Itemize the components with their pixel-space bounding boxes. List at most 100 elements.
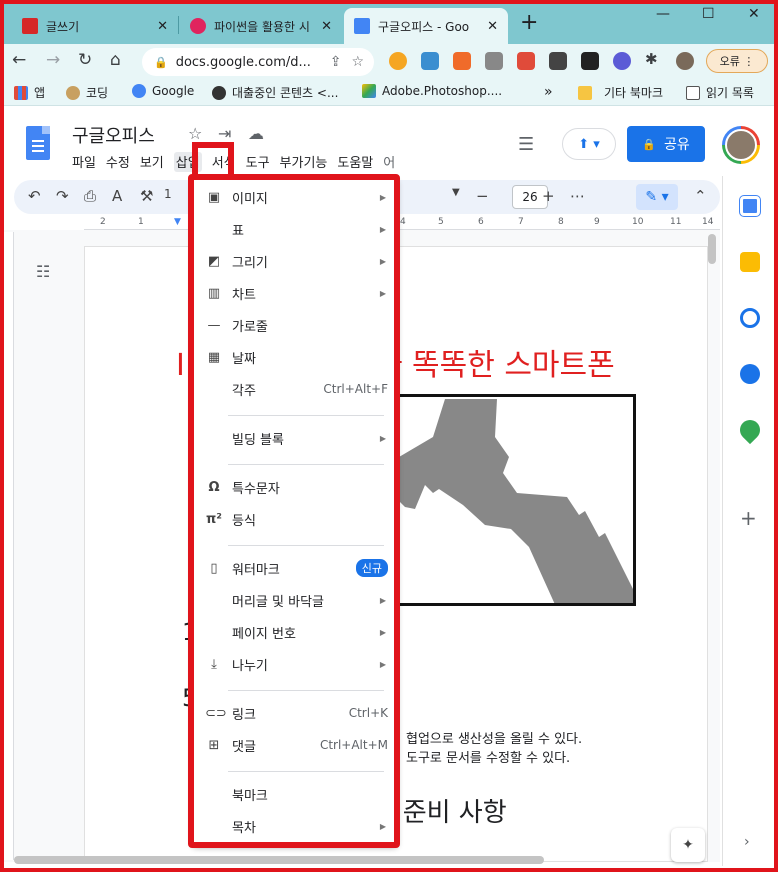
print-icon[interactable]: ⎙ xyxy=(84,187,96,205)
extension-icon[interactable] xyxy=(549,52,567,70)
error-label: 오류 xyxy=(719,55,740,68)
menu-addons[interactable]: 부가기능 xyxy=(280,152,328,172)
extension-icon[interactable] xyxy=(389,52,407,70)
editing-mode-button[interactable]: ✎ ▾ xyxy=(636,184,678,210)
bookmark-other[interactable]: 기타 북마크 xyxy=(578,84,663,101)
spellcheck-icon[interactable]: A xyxy=(112,187,122,205)
reading-list-icon xyxy=(686,85,700,100)
move-folder-icon[interactable]: ⇥ xyxy=(218,124,231,143)
forward-icon[interactable]: → xyxy=(46,50,60,70)
bookmark-coding[interactable]: 코딩 xyxy=(66,84,108,101)
zoom-partial[interactable]: 1 xyxy=(164,187,172,201)
address-bar[interactable]: 🔒 docs.google.com/d... ⇪ ☆ xyxy=(142,48,374,76)
extension-icon[interactable] xyxy=(453,52,471,70)
tab-title: 글쓰기 xyxy=(46,19,80,34)
menu-view[interactable]: 보기 xyxy=(140,152,164,172)
menu-file[interactable]: 파일 xyxy=(72,152,96,172)
bookmark-label: 코딩 xyxy=(86,86,109,100)
extensions-puzzle-icon[interactable]: ✱ xyxy=(645,50,658,68)
tab-close-icon[interactable]: ✕ xyxy=(157,19,168,34)
extension-icon[interactable] xyxy=(613,52,631,70)
bookmark-star-icon[interactable]: ☆ xyxy=(351,54,364,70)
home-icon[interactable]: ⌂ xyxy=(110,50,121,70)
sparkle-icon: ✦ xyxy=(682,837,694,853)
ruler-tick: 6 xyxy=(478,217,484,227)
bookmark-label: 읽기 목록 xyxy=(706,86,754,100)
bookmarks-bar: 앱 코딩 Google 대출중인 콘텐츠 <... Adobe.Photosho… xyxy=(0,78,778,106)
tab-close-icon[interactable]: ✕ xyxy=(321,19,332,34)
present-icon: ⬆ ▾ xyxy=(578,136,600,152)
document-title[interactable]: 구글오피스 xyxy=(72,122,155,148)
star-icon[interactable]: ☆ xyxy=(188,124,202,143)
profile-avatar-icon[interactable] xyxy=(676,52,694,70)
maximize-button[interactable]: ☐ xyxy=(702,6,715,22)
add-addon-icon[interactable]: + xyxy=(740,506,757,530)
extension-icon[interactable] xyxy=(581,52,599,70)
horizontal-scrollbar[interactable] xyxy=(14,856,544,864)
ruler-tick: 14 xyxy=(702,217,714,227)
present-button[interactable]: ⬆ ▾ xyxy=(562,128,616,160)
share-label: 공유 xyxy=(663,137,690,153)
bookmark-apps[interactable]: 앱 xyxy=(14,84,45,101)
expand-panel-icon[interactable]: › xyxy=(744,834,750,850)
redo-icon[interactable]: ↷ xyxy=(56,187,69,205)
menu-last-edit[interactable]: 어 xyxy=(383,152,395,172)
body-line-2: 도구로 문서를 수정할 수 있다. xyxy=(406,751,571,766)
font-size-decrease[interactable]: − xyxy=(476,187,489,205)
keep-icon[interactable] xyxy=(740,252,760,272)
contacts-icon[interactable] xyxy=(740,364,760,384)
comment-history-icon[interactable]: ☰ xyxy=(518,134,534,155)
bookmark-google[interactable]: Google xyxy=(132,84,194,98)
document-image[interactable] xyxy=(396,394,636,606)
new-tab-button[interactable]: + xyxy=(520,12,538,34)
bookmark-lending[interactable]: 대출중인 콘텐츠 <... xyxy=(212,84,338,101)
undo-icon[interactable]: ↶ xyxy=(28,187,41,205)
error-button[interactable]: 오류 ⋮ xyxy=(706,49,768,73)
browser-toolbar: ← → ↻ ⌂ 🔒 docs.google.com/d... ⇪ ☆ ✱ 오류 … xyxy=(0,44,778,78)
share-button[interactable]: 🔒 공유 xyxy=(627,126,705,162)
indent-marker-icon[interactable]: ▼ xyxy=(174,217,181,227)
browser-tab-3-active[interactable]: 구글오피스 - Goo ✕ xyxy=(344,8,508,44)
bookmark-label: Google xyxy=(152,84,195,98)
paint-format-icon[interactable]: ⚒ xyxy=(140,187,153,205)
more-options-icon[interactable]: ⋯ xyxy=(570,187,585,205)
bookmarks-overflow[interactable]: » xyxy=(544,84,553,100)
ruler-tick: 10 xyxy=(632,217,644,227)
menu-tools[interactable]: 도구 xyxy=(246,152,270,172)
close-window-button[interactable]: ✕ xyxy=(748,6,760,22)
docs-logo-icon[interactable] xyxy=(26,126,50,160)
reload-icon[interactable]: ↻ xyxy=(78,50,92,70)
section-heading-text: ! 준비 사항 xyxy=(384,798,507,828)
minimize-button[interactable]: — xyxy=(656,6,670,22)
tab-favicon-icon xyxy=(190,18,206,34)
tab-close-icon[interactable]: ✕ xyxy=(487,19,498,34)
ruler-tick: 5 xyxy=(438,217,444,227)
calendar-icon[interactable] xyxy=(740,196,760,216)
bookmark-photoshop[interactable]: Adobe.Photoshop.... xyxy=(362,84,502,98)
extension-icon[interactable] xyxy=(421,52,439,70)
bookmark-label: 대출중인 콘텐츠 <... xyxy=(232,86,339,100)
share-page-icon[interactable]: ⇪ xyxy=(330,54,342,70)
ruler-tick: 2 xyxy=(100,217,106,227)
back-icon[interactable]: ← xyxy=(12,50,26,70)
explore-button[interactable]: ✦ xyxy=(671,828,705,862)
docs-menubar: 파일 수정 보기 삽입 서식 도구 부가기능 도움말 어 xyxy=(72,152,405,172)
browser-tab-2[interactable]: 파이썬을 활용한 시 ✕ xyxy=(180,8,342,44)
lock-icon: 🔒 xyxy=(642,137,656,151)
user-avatar[interactable] xyxy=(722,126,760,164)
url-text: docs.google.com/d... xyxy=(175,54,311,70)
font-size-increase[interactable]: + xyxy=(542,187,555,205)
ruler-tick: 7 xyxy=(518,217,524,227)
menu-help[interactable]: 도움말 xyxy=(337,152,373,172)
collapse-toolbar-icon[interactable]: ⌃ xyxy=(694,187,707,205)
tasks-icon[interactable] xyxy=(740,308,760,328)
browser-tab-1[interactable]: 글쓰기 ✕ xyxy=(12,8,178,44)
extension-icon[interactable] xyxy=(517,52,535,70)
document-outline-icon[interactable]: ☷ xyxy=(36,262,50,281)
reading-list[interactable]: 읽기 목록 xyxy=(686,84,754,101)
extension-icon[interactable] xyxy=(485,52,503,70)
vertical-scrollbar[interactable] xyxy=(708,234,716,264)
menu-edit[interactable]: 수정 xyxy=(106,152,130,172)
menu-highlight-box xyxy=(188,174,400,848)
font-dropdown-icon[interactable]: ▼ xyxy=(452,187,460,198)
